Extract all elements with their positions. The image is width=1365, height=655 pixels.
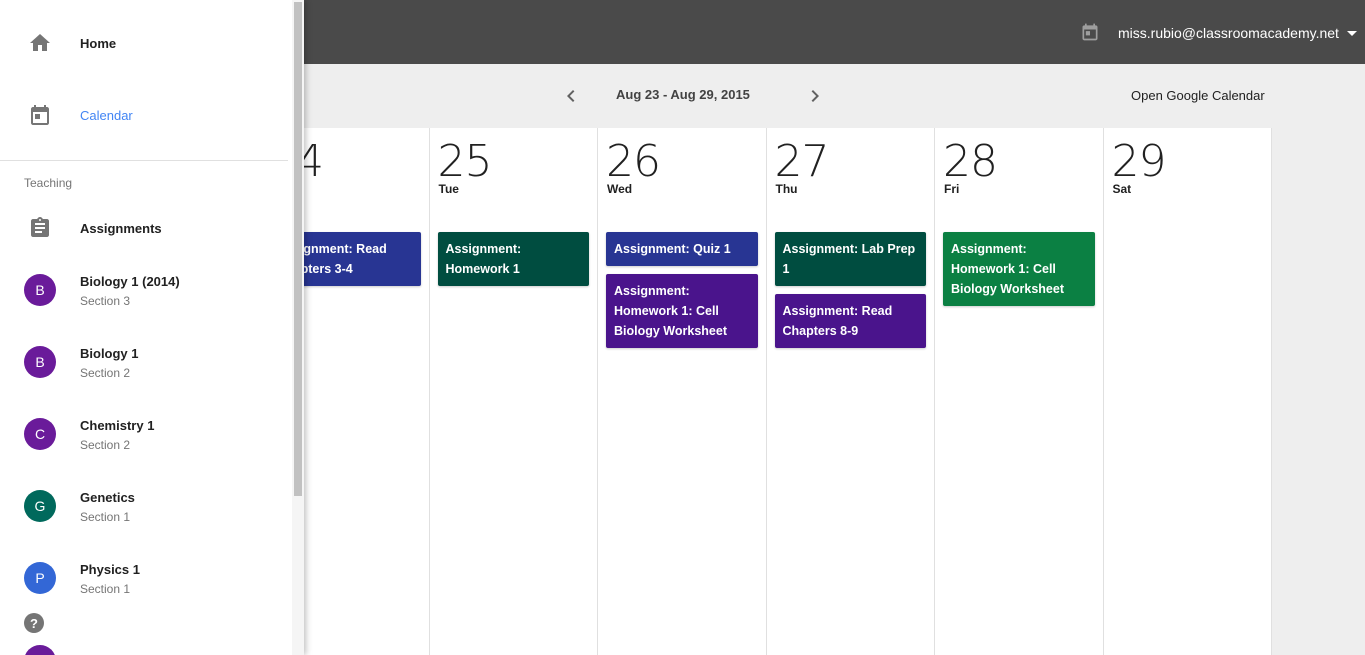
- class-section: Section 2: [80, 366, 131, 380]
- nav-item-label: Home: [80, 35, 117, 51]
- chevron-left-icon[interactable]: [559, 84, 583, 108]
- class-item[interactable]: P Physics 1 Section 1: [0, 542, 288, 614]
- day-name: Thu: [775, 182, 798, 196]
- class-name: Genetics: [80, 490, 135, 505]
- event-list: Assignment: Quiz 1 Assignment: Homework 1…: [606, 232, 758, 356]
- class-item[interactable]: G Genetics Section 1: [0, 470, 288, 542]
- day-column[interactable]: 26 Wed Assignment: Quiz 1 Assignment: Homew…: [598, 128, 767, 655]
- avatar[interactable]: [24, 645, 56, 655]
- class-section: Section 3: [80, 294, 131, 308]
- day-name: Sat: [1112, 182, 1132, 196]
- assignment-event[interactable]: Assignment: Quiz 1: [606, 232, 758, 266]
- day-number: 26: [606, 136, 661, 187]
- day-number: 27: [774, 136, 830, 187]
- home-icon: [30, 34, 50, 51]
- chevron-right-icon[interactable]: [803, 84, 827, 108]
- class-item[interactable]: B Biology 1 Section 2: [0, 326, 288, 398]
- class-avatar: B: [24, 274, 56, 306]
- nav-item-home[interactable]: Home: [0, 7, 288, 79]
- class-name: Physics 1: [80, 562, 140, 577]
- class-section: Section 1: [80, 510, 131, 524]
- assignment-event[interactable]: Assignment: Homework 1: Cell Biology Wor…: [606, 274, 758, 348]
- navigation-drawer: Home Calendar Teaching Assignments B Biol…: [0, 0, 304, 655]
- chevron-down-icon: [1346, 30, 1357, 36]
- calendar-icon: [31, 105, 49, 125]
- class-avatar: B: [24, 346, 56, 378]
- day-name: Fri: [944, 182, 960, 196]
- clipboard-icon: [31, 217, 49, 237]
- day-column[interactable]: 27 Thu Assignment: Lab Prep 1 Assignment: R…: [767, 128, 935, 655]
- week-grid: 24MonAssignment: Read Chapters 3-425TueA…: [261, 128, 1272, 655]
- day-name: Wed: [607, 182, 633, 196]
- day-column[interactable]: 29 Sat: [1104, 128, 1272, 655]
- day-number: 25: [437, 136, 493, 187]
- assignment-event[interactable]: Assignment: Lab Prep 1: [774, 232, 926, 286]
- event-list: Assignment: Homework 1: Cell Biology Wor…: [943, 232, 1095, 314]
- section-label-teaching: Teaching: [24, 176, 73, 190]
- class-avatar: P: [24, 562, 56, 594]
- class-section: Section 1: [80, 582, 131, 596]
- open-google-calendar-link[interactable]: Open Google Calendar: [1131, 88, 1265, 103]
- class-name: Chemistry 1: [80, 418, 155, 433]
- event-list: Assignment: Homework 1: [437, 232, 589, 294]
- day-name: Tue: [438, 182, 459, 196]
- account-menu[interactable]: miss.rubio@classroomacademy.net: [1118, 25, 1357, 41]
- class-avatar: G: [24, 490, 56, 522]
- nav-item-label: Assignments: [80, 220, 162, 236]
- week-navigation-bar: Aug 23 - Aug 29, 2015 Open Google Calend…: [304, 64, 1365, 128]
- day-column[interactable]: 25 Tue Assignment: Homework 1: [430, 128, 598, 655]
- class-name: Biology 1 (2014): [80, 274, 180, 289]
- day-number: 29: [1111, 136, 1167, 187]
- calendar-icon[interactable]: [1080, 22, 1100, 42]
- date-range: Aug 23 - Aug 29, 2015: [616, 87, 750, 102]
- class-item[interactable]: B Biology 1 (2014) Section 3: [0, 254, 288, 326]
- scrollbar-thumb[interactable]: [294, 2, 302, 496]
- class-item[interactable]: C Chemistry 1 Section 2: [0, 398, 288, 470]
- help-icon[interactable]: ?: [24, 613, 44, 633]
- nav-item-label: Calendar: [80, 107, 133, 123]
- class-section: Section 2: [80, 438, 131, 452]
- nav-item-calendar[interactable]: Calendar: [0, 79, 288, 151]
- assignment-event[interactable]: Assignment: Read Chapters 8-9: [774, 294, 926, 348]
- class-avatar: C: [24, 418, 56, 450]
- assignment-event[interactable]: Assignment: Homework 1: Cell Biology Wor…: [943, 232, 1095, 306]
- day-column[interactable]: 28 Fri Assignment: Homework 1: Cell Biolog…: [935, 128, 1104, 655]
- account-email: miss.rubio@classroomacademy.net: [1118, 25, 1339, 41]
- event-list: Assignment: Lab Prep 1 Assignment: Read C…: [774, 232, 926, 356]
- day-number: 28: [943, 136, 998, 187]
- assignment-event[interactable]: Assignment: Homework 1: [437, 232, 589, 286]
- divider: [0, 160, 288, 161]
- class-name: Biology 1: [80, 346, 139, 361]
